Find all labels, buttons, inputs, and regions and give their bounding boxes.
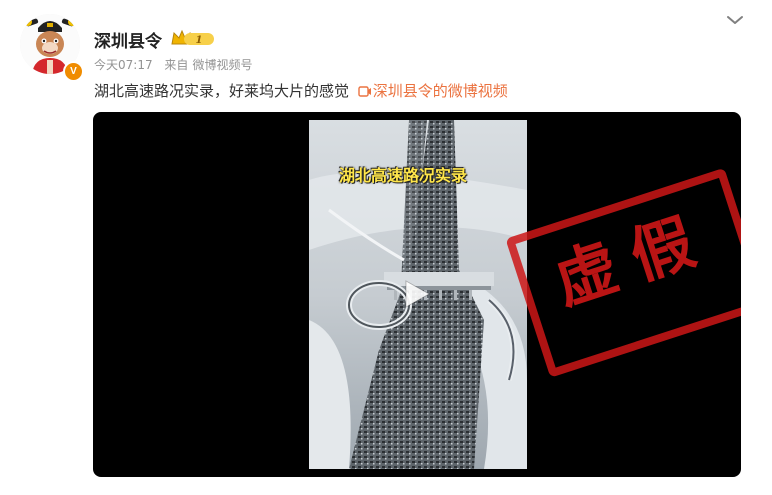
chevron-down-icon[interactable] bbox=[726, 14, 744, 26]
source-prefix: 来自 bbox=[164, 58, 189, 72]
post-text: 湖北高速路况实录，好莱坞大片的感觉 深圳县令的微博视频 bbox=[94, 80, 508, 101]
post-source[interactable]: 微博视频号 bbox=[192, 58, 252, 72]
play-icon[interactable] bbox=[399, 277, 433, 311]
badge-level: 1 bbox=[196, 35, 203, 46]
post-time[interactable]: 今天07:17 bbox=[94, 58, 153, 72]
fake-stamp: 虚假 bbox=[505, 167, 741, 381]
video-caption: 湖北高速路况实录 bbox=[339, 166, 468, 185]
post-body: 湖北高速路况实录，好莱坞大片的感觉 bbox=[94, 82, 350, 100]
post-meta: 今天07:17 来自 微博视频号 bbox=[94, 56, 252, 73]
video-link-icon bbox=[358, 86, 371, 97]
video-player[interactable]: 湖北高速路况实录 虚假 bbox=[93, 112, 741, 477]
video-link[interactable]: 深圳县令的微博视频 bbox=[354, 82, 508, 100]
crown-badge-icon[interactable]: 1 bbox=[170, 28, 216, 48]
video-link-text: 深圳县令的微博视频 bbox=[372, 82, 508, 100]
verified-badge: V bbox=[63, 61, 84, 82]
author-name[interactable]: 深圳县令 bbox=[94, 27, 162, 52]
